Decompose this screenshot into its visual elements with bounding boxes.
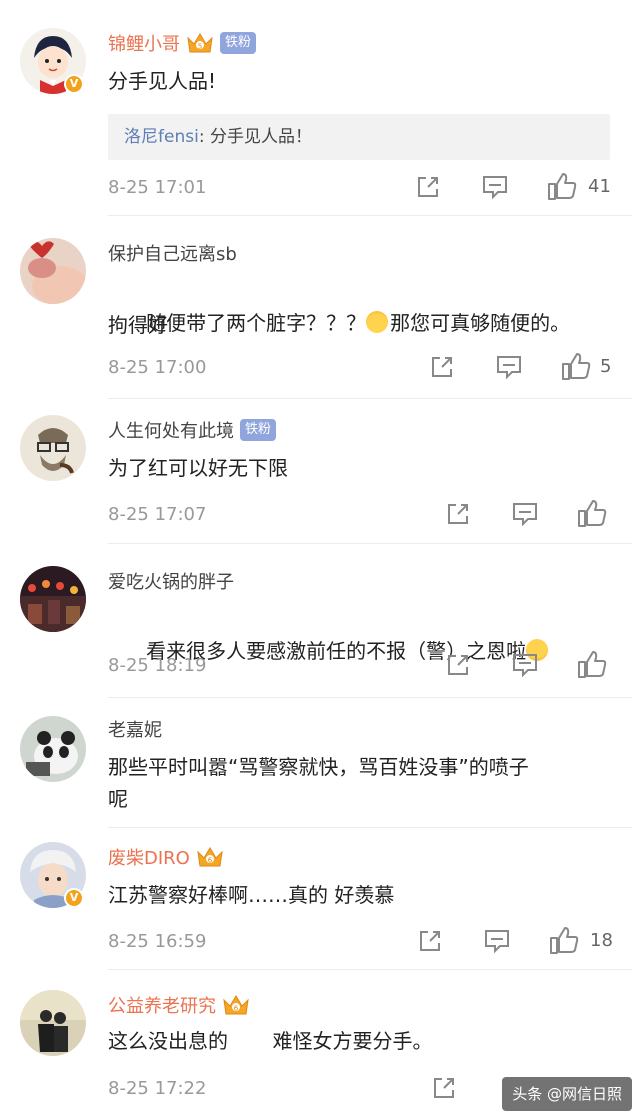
timestamp: 8-25 17:22 bbox=[108, 1078, 207, 1099]
svg-text:6: 6 bbox=[234, 1005, 239, 1013]
timestamp: 8-25 17:00 bbox=[108, 357, 207, 378]
timestamp: 8-25 16:59 bbox=[108, 931, 207, 952]
like-icon[interactable] bbox=[560, 351, 592, 381]
comment-header: 锦鲤小哥 5 铁粉 bbox=[108, 28, 257, 58]
comment-header: 废柴DIRO 6 bbox=[108, 842, 224, 872]
share-icon[interactable] bbox=[430, 1074, 458, 1104]
username[interactable]: 保护自己远离sb bbox=[108, 240, 237, 266]
avatar[interactable] bbox=[20, 566, 86, 632]
verified-badge-icon: V bbox=[64, 74, 84, 94]
fan-badge: 铁粉 bbox=[220, 32, 257, 54]
comment-header: 保护自己远离sb bbox=[108, 238, 237, 268]
quote-text: 分手见人品！ bbox=[209, 127, 312, 147]
quoted-comment[interactable]: 洛尼fensi: 分手见人品！ bbox=[108, 114, 610, 160]
avatar[interactable] bbox=[20, 238, 86, 304]
comment-item: 保护自己远离sb 随便带了两个脏字？？？ 那您可真够随便的。 拘得好 8-25 1… bbox=[0, 216, 640, 399]
comment-item: 爱吃火锅的胖子 看来很多人要感激前任的不报（警）之恩啦 8-25 18:19 bbox=[0, 544, 640, 698]
comment-item: V 锦鲤小哥 5 铁粉 分手见人品! 洛尼fensi: 分手见人品！ 8-25 … bbox=[0, 0, 640, 216]
username[interactable]: 废柴DIRO bbox=[108, 844, 190, 870]
avatar[interactable] bbox=[20, 415, 86, 481]
username[interactable]: 人生何处有此境 bbox=[108, 417, 234, 443]
comment-list: V 锦鲤小哥 5 铁粉 分手见人品! 洛尼fensi: 分手见人品！ 8-25 … bbox=[0, 0, 640, 1117]
share-icon[interactable] bbox=[444, 500, 472, 530]
comment-header: 公益养老研究 6 bbox=[108, 990, 250, 1020]
like-icon[interactable] bbox=[546, 171, 578, 201]
comment-text: 江苏警察好棒啊……真的 好羡慕 bbox=[108, 883, 395, 907]
share-icon[interactable] bbox=[414, 173, 442, 203]
timestamp: 8-25 17:07 bbox=[108, 504, 207, 525]
comment-item: 人生何处有此境 铁粉 为了红可以好无下限 8-25 17:07 bbox=[0, 399, 640, 544]
crown-icon: 5 bbox=[186, 30, 214, 56]
like-count: 5 bbox=[600, 356, 612, 377]
comment-header: 老嘉妮 bbox=[108, 714, 162, 744]
comment-text-line2: 拘得好 bbox=[108, 313, 168, 337]
verified-badge-icon: V bbox=[64, 888, 84, 908]
watermark: 头条 @网信日照 bbox=[502, 1077, 632, 1111]
comment-item: 老嘉妮 那些平时叫嚣“骂警察就快，骂百姓没事”的喷子 呢 bbox=[0, 698, 640, 828]
comment-icon[interactable] bbox=[482, 927, 512, 957]
comment-text: 这么没出息的 难怪女方要分手。 bbox=[108, 1029, 433, 1053]
comment-text-line2: 呢 bbox=[108, 787, 128, 811]
username[interactable]: 锦鲤小哥 bbox=[108, 30, 180, 56]
like-icon[interactable] bbox=[576, 498, 608, 528]
comment-icon[interactable] bbox=[510, 500, 540, 530]
avatar[interactable] bbox=[20, 716, 86, 782]
comment-text: 为了红可以好无下限 bbox=[108, 456, 288, 480]
crown-icon: 6 bbox=[196, 844, 224, 870]
comment-item: V 废柴DIRO 6 江苏警察好棒啊……真的 好羡慕 8-25 16:59 18 bbox=[0, 828, 640, 970]
comment-text: 分手见人品! bbox=[108, 69, 217, 93]
svg-text:5: 5 bbox=[198, 43, 202, 51]
comment-text: 那些平时叫嚣“骂警察就快，骂百姓没事”的喷子 bbox=[108, 755, 529, 779]
comment-header: 人生何处有此境 铁粉 bbox=[108, 415, 277, 445]
like-icon[interactable] bbox=[548, 925, 580, 955]
quote-separator: : bbox=[198, 127, 210, 147]
comment-header: 爱吃火锅的胖子 bbox=[108, 566, 234, 596]
comment-icon[interactable] bbox=[510, 651, 540, 681]
quote-username[interactable]: 洛尼fensi bbox=[124, 127, 199, 147]
comment-icon[interactable] bbox=[480, 173, 510, 203]
comment-icon[interactable] bbox=[494, 353, 524, 383]
timestamp: 8-25 17:01 bbox=[108, 177, 207, 198]
share-icon[interactable] bbox=[444, 651, 472, 681]
username[interactable]: 老嘉妮 bbox=[108, 716, 162, 742]
crown-icon: 6 bbox=[222, 992, 250, 1018]
like-icon[interactable] bbox=[576, 649, 608, 679]
share-icon[interactable] bbox=[416, 927, 444, 957]
like-count: 41 bbox=[588, 176, 611, 197]
avatar[interactable] bbox=[20, 990, 86, 1056]
fan-badge: 铁粉 bbox=[240, 419, 277, 441]
svg-text:6: 6 bbox=[208, 857, 213, 865]
username[interactable]: 公益养老研究 bbox=[108, 992, 216, 1018]
timestamp: 8-25 18:19 bbox=[108, 655, 207, 676]
username[interactable]: 爱吃火锅的胖子 bbox=[108, 568, 234, 594]
share-icon[interactable] bbox=[428, 353, 456, 383]
like-count: 18 bbox=[590, 930, 613, 951]
